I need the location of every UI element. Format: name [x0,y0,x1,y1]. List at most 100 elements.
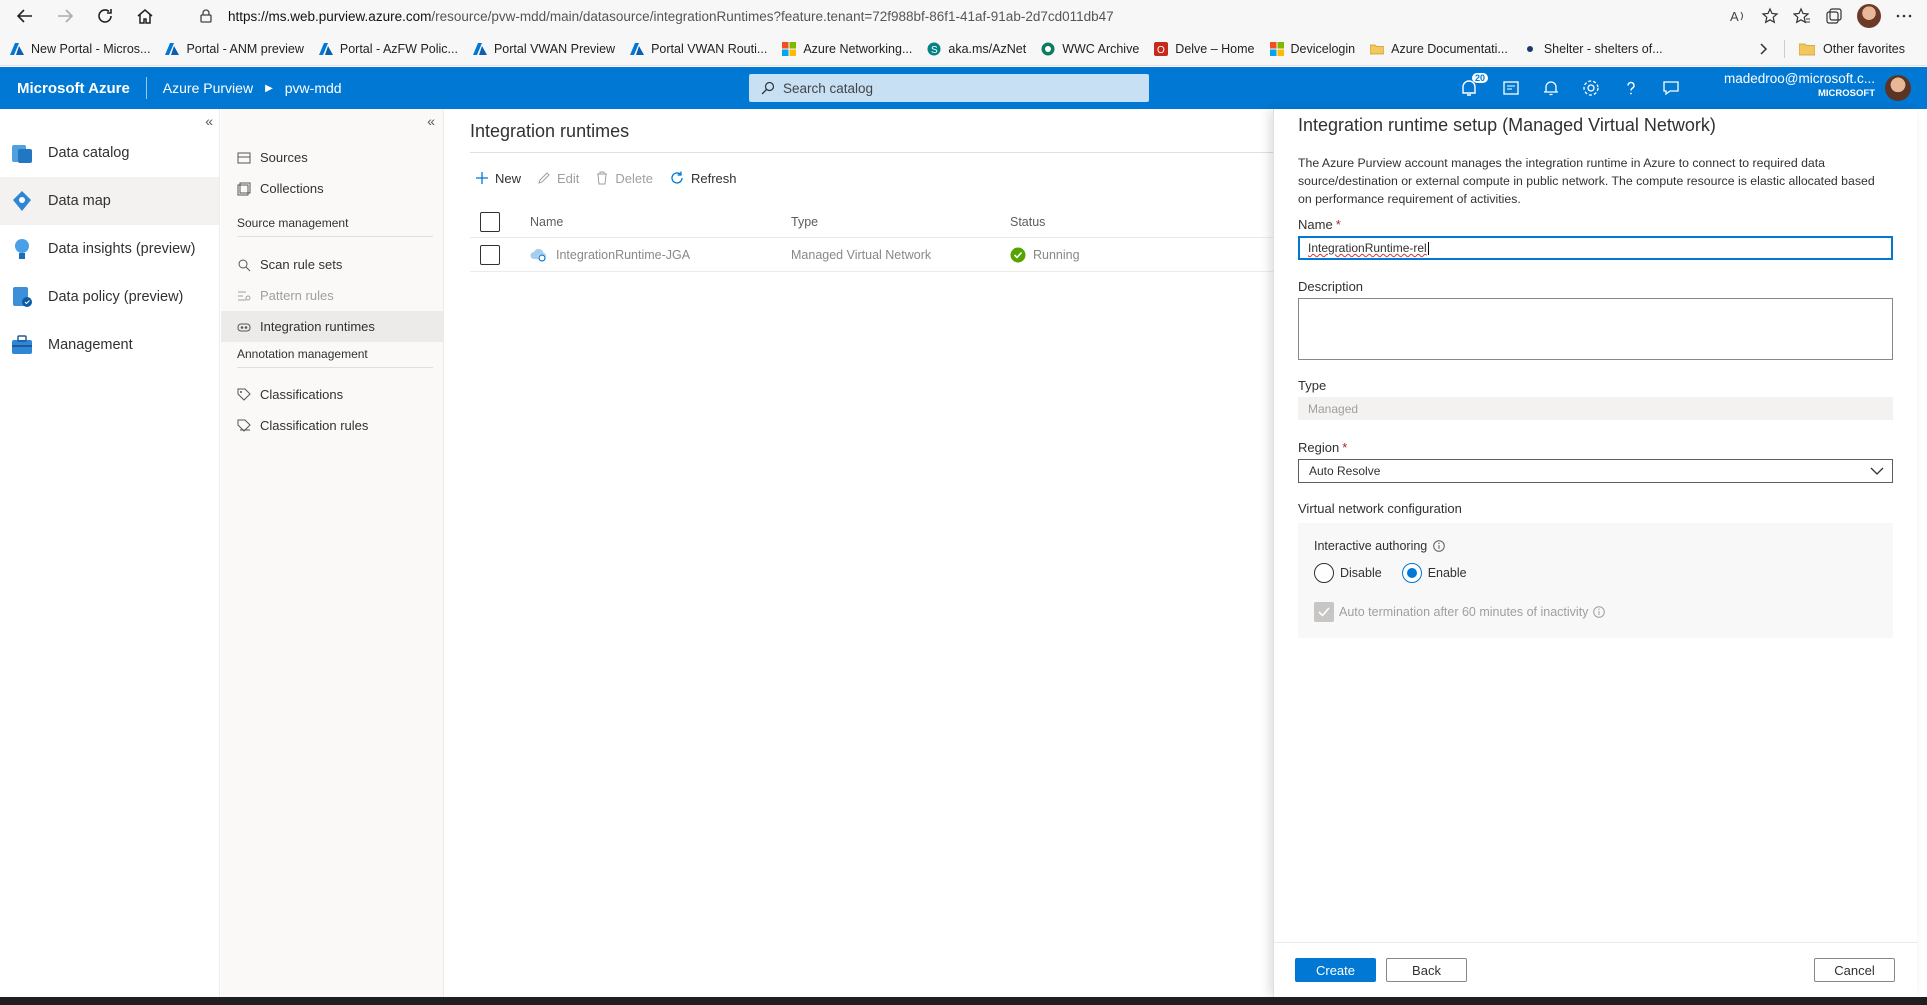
subnav-item-collections[interactable]: Collections [221,173,443,204]
url-text: https://ms.web.purview.azure.com/resourc… [228,8,1114,24]
command-bar: New Edit Delete Refresh [475,162,753,194]
disable-radio-label[interactable]: Disable [1340,566,1382,580]
subnav-item-scan-rule-sets[interactable]: Scan rule sets [221,249,443,280]
info-icon[interactable] [1593,606,1606,618]
back-arrow-icon[interactable] [10,2,40,30]
favorite-item[interactable]: WWC Archive [1041,42,1139,56]
rail-item-data-map[interactable]: Data map [0,177,219,225]
column-header-name[interactable]: Name [530,206,563,237]
column-header-status[interactable]: Status [1010,206,1045,237]
reload-icon[interactable] [90,2,120,30]
subnav-item-pattern-rules[interactable]: Pattern rules [221,280,443,311]
trash-icon [597,171,608,185]
breadcrumb-account[interactable]: pvw-mdd [285,80,342,96]
name-label: Name * [1298,217,1341,232]
table-row[interactable]: IntegrationRuntime-JGA Managed Virtual N… [470,238,1273,272]
favorite-item[interactable]: Devicelogin [1269,41,1355,56]
enable-radio-label[interactable]: Enable [1428,566,1467,580]
favorites-icon[interactable] [1793,7,1811,25]
back-button[interactable]: Back [1386,958,1467,982]
data-map-icon [13,191,31,211]
rail-item-data-insights[interactable]: Data insights (preview) [0,225,219,273]
select-all-checkbox[interactable] [480,211,500,232]
name-field[interactable]: IntegrationRuntime-rel [1298,236,1893,260]
rail-item-data-catalog[interactable]: Data catalog [0,129,219,177]
azure-icon [318,42,333,55]
favorites-bar: New Portal - Micros... Portal - ANM prev… [0,32,1927,66]
user-account[interactable]: madedroo@microsoft.c... MICROSOFT [1724,71,1875,99]
runtime-type: Managed Virtual Network [791,247,932,262]
sources-icon [237,152,251,163]
region-dropdown[interactable]: Auto Resolve [1298,459,1893,483]
favorite-item[interactable]: Azure Documentati... [1370,42,1508,56]
home-icon[interactable] [130,2,160,30]
favorite-item[interactable]: Portal VWAN Preview [472,42,615,56]
favorite-item[interactable]: New Portal - Micros... [10,42,150,56]
favorite-item[interactable]: Portal - AzFW Polic... [318,42,458,56]
description-field[interactable] [1298,298,1893,360]
other-favorites-link[interactable]: Other favorites [1823,42,1905,56]
info-icon[interactable] [1433,540,1446,552]
disable-radio[interactable] [1314,563,1334,583]
rail-item-management[interactable]: Management [0,321,219,369]
rail-item-data-policy[interactable]: Data policy (preview) [0,273,219,321]
read-aloud-icon[interactable]: A [1729,7,1747,25]
notification-count-badge: 20 [1471,73,1488,83]
annotation-management-heading: Annotation management [237,347,433,368]
row-checkbox[interactable] [480,244,500,265]
favorite-item[interactable]: Shelter - shelters of... [1523,42,1663,56]
edit-button[interactable]: Edit [537,171,579,186]
enable-radio[interactable] [1401,563,1422,583]
column-header-type[interactable]: Type [791,206,818,237]
classification-icon [237,388,251,401]
new-button[interactable]: New [475,171,521,186]
collections-icon[interactable] [1825,7,1843,25]
favorite-item[interactable]: Portal VWAN Routi... [630,42,767,56]
refresh-button[interactable]: Refresh [669,170,737,186]
breadcrumb-purview[interactable]: Azure Purview [163,80,253,96]
browser-profile-avatar[interactable] [1857,4,1881,28]
favorite-item[interactable]: Portal - ANM preview [165,42,304,56]
more-icon[interactable] [1895,7,1913,25]
data-map-subnav: « Sources Collections Source management … [221,109,444,997]
feedback-icon[interactable] [1662,79,1680,97]
cancel-button[interactable]: Cancel [1814,958,1895,982]
runtime-name-link[interactable]: IntegrationRuntime-JGA [556,248,690,262]
delete-button[interactable]: Delete [595,171,653,186]
favorite-item[interactable]: Azure Networking... [782,41,912,56]
create-button[interactable]: Create [1295,958,1376,982]
browser-toolbar: https://ms.web.purview.azure.com/resourc… [0,0,1927,32]
subnav-item-sources[interactable]: Sources [221,142,443,173]
subnav-item-classifications[interactable]: Classifications [221,379,443,410]
add-favorite-icon[interactable] [1761,7,1779,25]
favorite-item[interactable]: O Delve – Home [1154,41,1255,56]
search-catalog-input[interactable]: Search catalog [749,74,1149,102]
address-bar[interactable]: https://ms.web.purview.azure.com/resourc… [188,4,1718,28]
collections-icon [237,182,251,195]
notifications-feed-button[interactable]: 20 [1460,73,1488,97]
scan-rule-icon [238,259,251,271]
favorite-item[interactable]: S aka.ms/AzNet [927,42,1026,56]
help-icon[interactable] [1622,79,1640,97]
user-avatar[interactable] [1885,75,1911,101]
left-rail: « Data catalog Data map Data insights (p… [0,109,220,997]
success-check-icon [1010,247,1026,262]
brand-title[interactable]: Microsoft Azure [17,80,130,97]
description-label: Description [1298,279,1364,294]
chevron-right-icon: ▶ [265,82,273,94]
collapse-subnav-icon[interactable]: « [427,113,435,129]
gear-icon[interactable] [1582,79,1600,97]
integration-runtime-setup-panel: Integration runtime setup (Managed Virtu… [1273,109,1918,997]
forward-arrow-icon[interactable] [50,2,80,30]
pattern-rules-icon [238,291,251,300]
collapse-rail-icon[interactable]: « [205,113,213,129]
chevron-down-icon [1870,467,1884,475]
bell-icon[interactable] [1542,79,1560,97]
taskbar-strip [0,997,1927,1005]
lock-icon [200,9,212,23]
chevron-right-icon[interactable] [1756,42,1770,56]
directory-switch-icon[interactable] [1502,79,1520,97]
subnav-item-classification-rules[interactable]: Classification rules [221,410,443,441]
cloud-runtime-icon [530,248,547,262]
subnav-item-integration-runtimes[interactable]: Integration runtimes [221,311,443,342]
